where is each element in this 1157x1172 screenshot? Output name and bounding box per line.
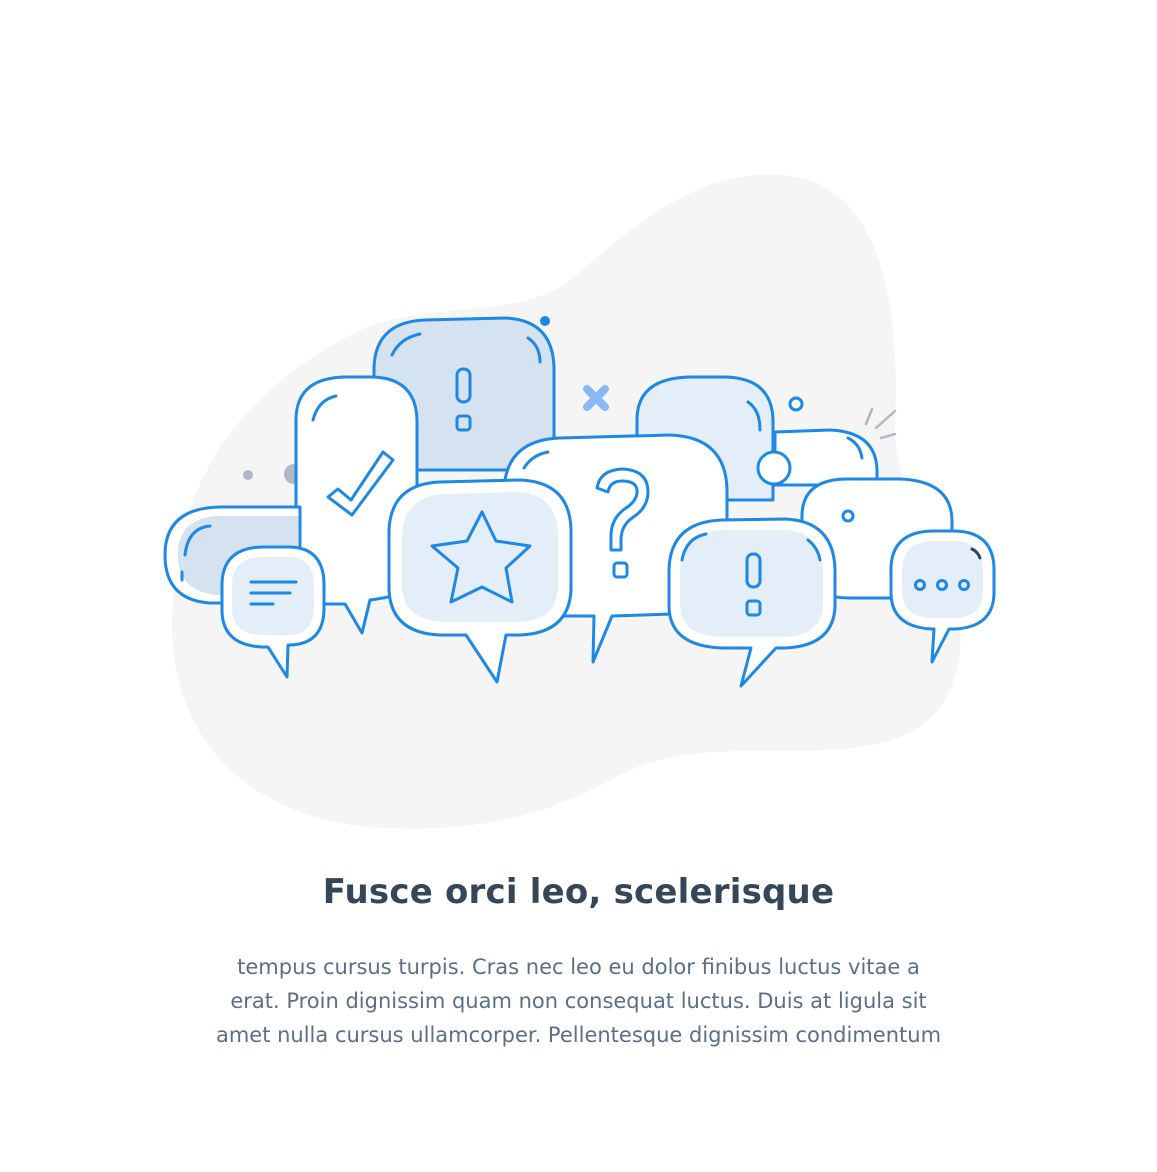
description-text: tempus cursus turpis. Cras nec leo eu do… bbox=[175, 950, 982, 1052]
description-line: erat. Proin dignissim quam non consequat… bbox=[230, 989, 927, 1013]
decor-dot-gray bbox=[243, 470, 253, 480]
decor-ring-large bbox=[756, 450, 792, 486]
page-title: Fusce orci leo, scelerisque bbox=[322, 872, 835, 912]
chat-bubbles-illustration bbox=[163, 174, 996, 829]
decor-dot bbox=[540, 316, 550, 326]
description-line: tempus cursus turpis. Cras nec leo eu do… bbox=[237, 955, 920, 979]
description-line: amet nulla cursus ullamcorper. Pellentes… bbox=[215, 1023, 942, 1047]
